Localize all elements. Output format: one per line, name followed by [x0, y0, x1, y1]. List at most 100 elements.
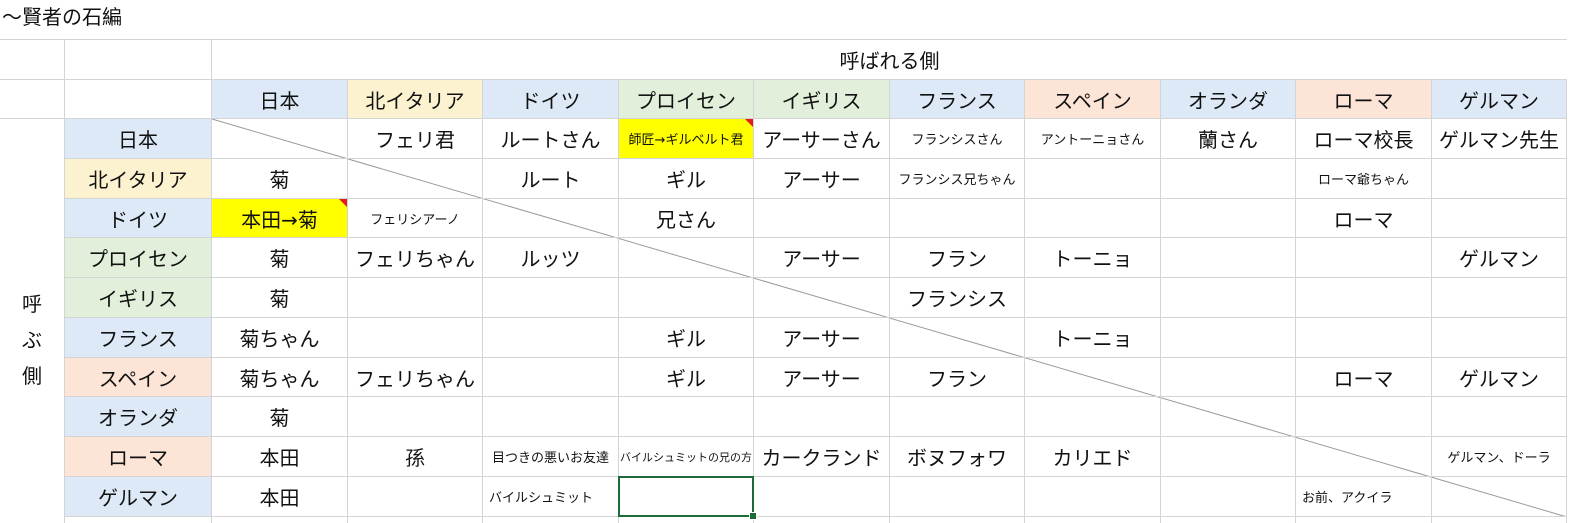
- table-cell[interactable]: [1296, 238, 1431, 277]
- table-cell[interactable]: お前、アクイラ: [1296, 477, 1431, 516]
- table-cell[interactable]: カリエド: [1025, 437, 1160, 476]
- table-cell[interactable]: [483, 318, 618, 357]
- row-header[interactable]: オランダ: [65, 397, 211, 436]
- table-cell[interactable]: フランシス兄ちゃん: [890, 159, 1024, 198]
- table-cell[interactable]: [619, 397, 753, 436]
- table-cell[interactable]: [1432, 199, 1566, 237]
- table-cell[interactable]: バイルシュミット: [483, 477, 618, 516]
- row-header[interactable]: スペイン: [65, 358, 211, 396]
- column-header[interactable]: イギリス: [754, 80, 889, 118]
- table-cell[interactable]: トーニョ: [1025, 318, 1160, 357]
- table-cell[interactable]: ルート: [483, 159, 618, 198]
- table-cell[interactable]: 目つきの悪いお友達: [483, 437, 618, 476]
- row-header[interactable]: ローマ: [65, 437, 211, 476]
- table-cell[interactable]: バイルシュミットの兄の方: [619, 437, 753, 476]
- row-header[interactable]: 日本: [65, 119, 211, 158]
- table-cell[interactable]: [890, 318, 1024, 357]
- row-header[interactable]: プロイセン: [65, 238, 211, 277]
- table-cell[interactable]: ギル: [619, 358, 753, 396]
- table-cell[interactable]: 孫: [348, 437, 482, 476]
- table-cell[interactable]: [1296, 437, 1431, 476]
- table-cell[interactable]: [1161, 318, 1295, 357]
- table-cell[interactable]: [619, 278, 753, 317]
- table-cell[interactable]: [1161, 397, 1295, 436]
- table-cell[interactable]: 本田: [212, 437, 347, 476]
- table-cell[interactable]: [754, 477, 889, 516]
- table-cell[interactable]: ローマ: [1296, 358, 1431, 396]
- table-cell[interactable]: [483, 397, 618, 436]
- table-cell[interactable]: [1161, 437, 1295, 476]
- table-cell[interactable]: アーサー: [754, 318, 889, 357]
- table-cell[interactable]: ゲルマン、ドーラ: [1432, 437, 1566, 476]
- table-cell[interactable]: [1161, 159, 1295, 198]
- table-cell[interactable]: フランシス: [890, 278, 1024, 317]
- table-cell[interactable]: トーニョ: [1025, 238, 1160, 277]
- table-cell[interactable]: [890, 199, 1024, 237]
- column-header[interactable]: 北イタリア: [348, 80, 482, 118]
- table-cell[interactable]: フェリちゃん: [348, 238, 482, 277]
- table-cell[interactable]: [754, 278, 889, 317]
- row-header[interactable]: ドイツ: [65, 199, 211, 237]
- table-cell[interactable]: ゲルマン: [1432, 358, 1566, 396]
- table-cell[interactable]: アーサー: [754, 159, 889, 198]
- column-header[interactable]: ゲルマン: [1432, 80, 1566, 118]
- column-header[interactable]: ドイツ: [483, 80, 618, 118]
- table-cell[interactable]: [890, 397, 1024, 436]
- table-cell[interactable]: [890, 477, 1024, 516]
- table-cell[interactable]: [1432, 159, 1566, 198]
- table-cell[interactable]: 菊ちゃん: [212, 318, 347, 357]
- table-cell[interactable]: [1161, 477, 1295, 516]
- table-cell[interactable]: [1025, 159, 1160, 198]
- table-cell[interactable]: フランシスさん: [890, 119, 1024, 158]
- table-cell[interactable]: アーサー: [754, 358, 889, 396]
- table-cell[interactable]: フラン: [890, 358, 1024, 396]
- table-cell[interactable]: アントーニョさん: [1025, 119, 1160, 158]
- table-cell[interactable]: [1025, 278, 1160, 317]
- table-cell[interactable]: 本田→菊: [212, 199, 347, 237]
- table-cell[interactable]: ゲルマン先生: [1432, 119, 1566, 158]
- comment-indicator-icon[interactable]: [745, 119, 753, 127]
- column-header[interactable]: オランダ: [1161, 80, 1295, 118]
- table-cell[interactable]: [348, 318, 482, 357]
- table-cell[interactable]: フラン: [890, 238, 1024, 277]
- table-cell[interactable]: ボヌフォワ: [890, 437, 1024, 476]
- table-cell[interactable]: ルッツ: [483, 238, 618, 277]
- column-header[interactable]: フランス: [890, 80, 1024, 118]
- table-cell[interactable]: [754, 199, 889, 237]
- table-cell[interactable]: 菊ちゃん: [212, 358, 347, 396]
- row-header[interactable]: ゲルマン: [65, 477, 211, 516]
- table-cell[interactable]: [483, 358, 618, 396]
- row-header[interactable]: 北イタリア: [65, 159, 211, 198]
- table-cell[interactable]: [1432, 477, 1566, 516]
- table-cell[interactable]: [754, 397, 889, 436]
- table-cell[interactable]: 菊: [212, 397, 347, 436]
- table-cell[interactable]: [1432, 318, 1566, 357]
- table-cell[interactable]: [619, 238, 753, 277]
- table-cell[interactable]: [1161, 278, 1295, 317]
- table-cell[interactable]: [1161, 238, 1295, 277]
- table-cell[interactable]: [1296, 397, 1431, 436]
- comment-indicator-icon[interactable]: [339, 199, 347, 207]
- table-cell[interactable]: ルートさん: [483, 119, 618, 158]
- table-cell[interactable]: 本田: [212, 477, 347, 516]
- table-cell[interactable]: ギル: [619, 318, 753, 357]
- table-cell[interactable]: [1432, 397, 1566, 436]
- table-cell[interactable]: フェリちゃん: [348, 358, 482, 396]
- column-header[interactable]: プロイセン: [619, 80, 753, 118]
- table-cell[interactable]: 兄さん: [619, 199, 753, 237]
- table-cell[interactable]: 菊: [212, 159, 347, 198]
- table-cell[interactable]: 師匠→ギルベルト君: [619, 119, 753, 158]
- table-cell[interactable]: [348, 278, 482, 317]
- table-cell[interactable]: [348, 159, 482, 198]
- selected-cell-border[interactable]: [618, 476, 754, 517]
- column-header[interactable]: ローマ: [1296, 80, 1431, 118]
- table-cell[interactable]: [1025, 397, 1160, 436]
- table-cell[interactable]: [483, 278, 618, 317]
- table-cell[interactable]: [1025, 199, 1160, 237]
- table-cell[interactable]: フェリ君: [348, 119, 482, 158]
- table-cell[interactable]: ギル: [619, 159, 753, 198]
- table-cell[interactable]: [1296, 278, 1431, 317]
- table-cell[interactable]: [212, 119, 347, 158]
- table-cell[interactable]: 蘭さん: [1161, 119, 1295, 158]
- table-cell[interactable]: アーサー: [754, 238, 889, 277]
